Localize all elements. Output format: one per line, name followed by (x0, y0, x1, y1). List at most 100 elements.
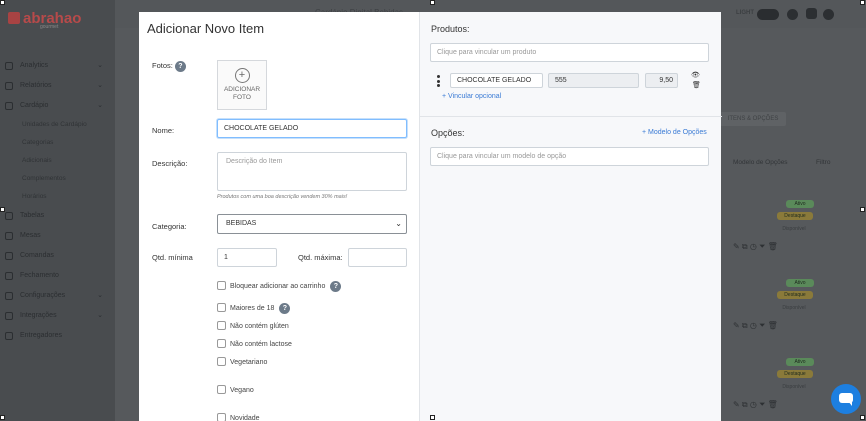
status-badge: Ativo (786, 279, 814, 287)
resize-handle[interactable] (0, 415, 5, 420)
availability-note: Disponível (782, 305, 806, 311)
chat-button[interactable] (831, 384, 861, 414)
link-option-model-input[interactable]: Clique para vincular um modelo de opção (430, 147, 709, 166)
status-badge: Ativo (786, 358, 814, 366)
flag-checkbox[interactable]: Novidade (217, 413, 260, 421)
sidebar-item-label: Entregadores (20, 332, 63, 339)
sidebar-item-label: Horários (22, 193, 47, 200)
flag-checkbox[interactable]: Não contém lactose (217, 339, 292, 350)
resize-handle[interactable] (860, 415, 865, 420)
item-form-panel: Adicionar Novo Item Fotos: ? + ADICIONAR… (139, 12, 419, 421)
checkbox-label: Não contém glúten (230, 323, 289, 330)
row-actions[interactable]: ✎ ⧉ ◷ ⏷ 🗑 (733, 242, 778, 252)
chevron-down-icon: ⌄ (395, 219, 402, 228)
flag-checkbox[interactable]: Bloquear adicionar ao carrinho? (217, 281, 342, 292)
checkbox-label: Não contém lactose (230, 341, 292, 348)
sidebar-item-label: Tabelas (20, 212, 45, 219)
sidebar-item[interactable]: Horários (0, 188, 115, 206)
menu-icon (5, 232, 13, 240)
product-code-field[interactable]: 555 (548, 73, 639, 88)
sidebar-item[interactable]: Configurações ⌄ (0, 286, 115, 306)
menu-icon (5, 82, 13, 90)
qty-max-input[interactable] (348, 248, 407, 267)
menu-icon (5, 272, 13, 280)
add-photo-button[interactable]: + ADICIONAR FOTO (217, 60, 267, 110)
row-actions[interactable]: ✎ ⧉ ◷ ⏷ 🗑 (733, 400, 778, 410)
product-name-field[interactable]: CHOCOLATE GELADO (450, 73, 543, 88)
add-photo-label-line2: FOTO (233, 94, 251, 101)
category-label: Categoria: (152, 222, 187, 231)
menu-icon (5, 212, 13, 220)
options-model-filter[interactable]: Modelo de Opções (733, 159, 788, 166)
highlight-badge: Destaque (777, 212, 813, 220)
flag-checkbox[interactable]: Vegetariano (217, 357, 267, 368)
items-options-button[interactable]: ITENS & OPÇÕES (720, 112, 786, 126)
checkbox-box[interactable] (217, 281, 226, 290)
theme-label: LIGHT (736, 10, 754, 16)
sidebar-item[interactable]: Integrações ⌄ (0, 306, 115, 326)
flag-checkbox[interactable]: Não contém glúten (217, 321, 289, 332)
resize-handle[interactable] (430, 0, 435, 5)
resize-handle[interactable] (430, 415, 435, 420)
help-icon[interactable]: ? (330, 281, 342, 292)
category-select[interactable]: BEBIDAS ⌄ (217, 214, 407, 234)
flag-checkbox[interactable]: Maiores de 18? (217, 303, 291, 314)
status-badge: Ativo (786, 200, 814, 208)
checkbox-label: Vegano (230, 387, 254, 394)
description-hint: Produtos com uma boa descrição vendem 30… (217, 194, 348, 200)
row-actions[interactable]: ✎ ⧉ ◷ ⏷ 🗑 (733, 321, 778, 331)
sidebar-item-label: Configurações (20, 292, 66, 299)
help-icon[interactable]: ? (174, 61, 186, 72)
sidebar-item[interactable]: Fechamento (0, 266, 115, 286)
resize-handle[interactable] (860, 0, 865, 5)
sidebar-item[interactable]: Adicionais (0, 152, 115, 170)
help-icon[interactable] (787, 9, 798, 20)
name-input[interactable]: CHOCOLATE GELADO (217, 119, 407, 138)
drag-handle-icon[interactable] (437, 75, 440, 89)
sidebar-item[interactable]: Mesas (0, 226, 115, 246)
sidebar-item[interactable]: Analytics ⌄ (0, 56, 115, 76)
theme-toggle[interactable] (757, 9, 779, 20)
sidebar-item[interactable]: Categorias (0, 134, 115, 152)
checkbox-label: Vegetariano (230, 359, 268, 366)
help-icon[interactable]: ? (279, 303, 291, 314)
category-value: BEBIDAS (226, 220, 257, 227)
trash-icon[interactable]: 🗑 (692, 81, 701, 89)
link-optional-button[interactable]: + Vincular opcional (442, 93, 501, 100)
sidebar-nav: Analytics ⌄ Relatórios ⌄ Cardápio ⌄ Unidades d… (0, 56, 115, 346)
sidebar-item-label: Relatórios (20, 82, 52, 89)
logo: abrahao gourmet (8, 10, 81, 30)
checkbox-box[interactable] (217, 413, 226, 421)
checkbox-box[interactable] (217, 339, 226, 348)
sidebar-item[interactable]: Unidades de Cardápio (0, 116, 115, 134)
sidebar-item[interactable]: Complementos (0, 170, 115, 188)
sidebar-item[interactable]: Comandas (0, 246, 115, 266)
qty-max-label: Qtd. máxima: (298, 253, 343, 262)
description-input[interactable]: Descrição do Item (217, 152, 407, 191)
checkbox-box[interactable] (217, 303, 226, 312)
sidebar-item[interactable]: Entregadores (0, 326, 115, 346)
filter-button[interactable]: Filtro (816, 159, 830, 166)
resize-handle[interactable] (0, 207, 5, 212)
eye-icon[interactable]: 👁 (691, 71, 700, 79)
notification-icon[interactable] (823, 9, 834, 20)
sidebar-item-label: Analytics (20, 62, 49, 69)
chevron-down-icon: ⌄ (97, 102, 103, 109)
link-product-input[interactable]: Clique para vincular um produto (430, 43, 709, 62)
options-model-button[interactable]: + Modelo de Opções (642, 129, 707, 136)
resize-handle[interactable] (860, 207, 865, 212)
qty-min-input[interactable]: 1 (217, 248, 277, 267)
user-icon[interactable] (806, 8, 817, 19)
checkbox-box[interactable] (217, 385, 226, 394)
product-price-field[interactable]: 9,50 (645, 73, 678, 88)
sidebar-item[interactable]: Tabelas (0, 206, 115, 226)
resize-handle[interactable] (0, 0, 5, 5)
sidebar-item[interactable]: Relatórios ⌄ (0, 76, 115, 96)
flag-checkbox[interactable]: Vegano (217, 385, 254, 396)
checkbox-box[interactable] (217, 357, 226, 366)
qty-min-label: Qtd. mínima (152, 253, 193, 262)
sidebar-item[interactable]: Cardápio ⌄ (0, 96, 115, 116)
sidebar-item-label: Cardápio (20, 102, 49, 109)
options-title: Opções: (431, 128, 465, 138)
checkbox-box[interactable] (217, 321, 226, 330)
